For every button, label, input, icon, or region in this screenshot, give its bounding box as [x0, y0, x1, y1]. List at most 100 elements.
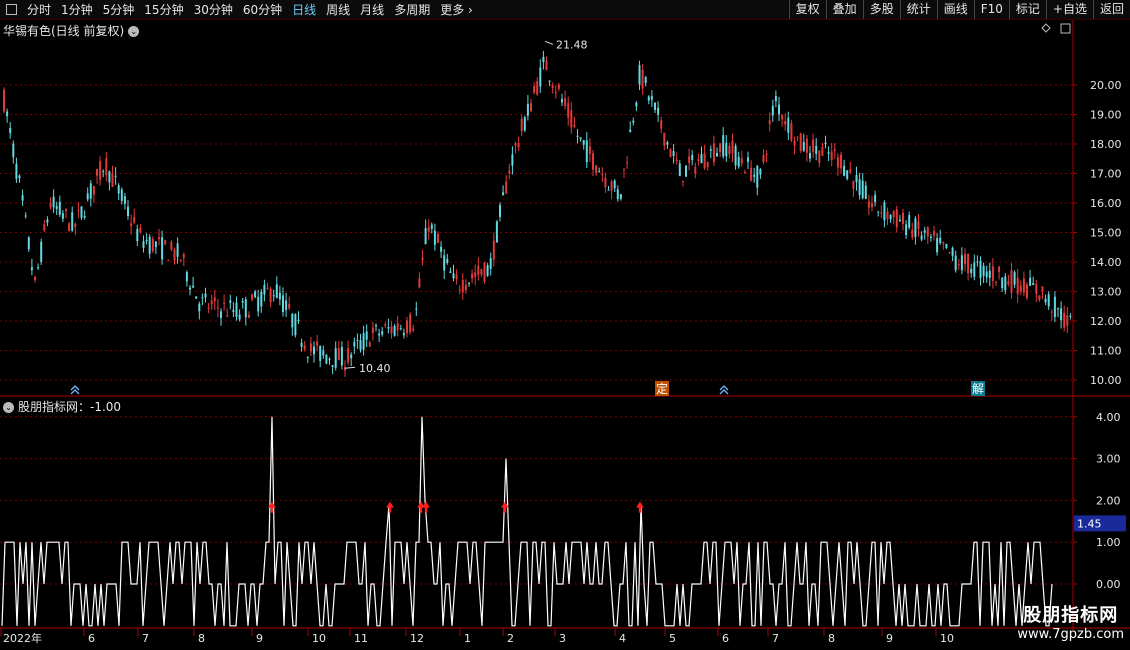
candle-body: [691, 155, 694, 160]
toolbar-button-7[interactable]: +自选: [1045, 0, 1093, 19]
candle-body: [433, 230, 436, 245]
toolbar-button-0[interactable]: 复权: [788, 0, 826, 19]
diamond-icon[interactable]: [1041, 23, 1051, 33]
period-tab-0[interactable]: 分时: [22, 1, 56, 18]
current-value-label: 1.45: [1077, 517, 1102, 530]
candle-body: [654, 102, 656, 110]
x-axis-label: 9: [886, 632, 893, 645]
price-tick-label: 18.00: [1090, 138, 1122, 151]
candle-body: [802, 142, 805, 151]
watermark-line1: 股朋指标网: [1023, 605, 1119, 626]
panel-toggle-icon[interactable]: [1060, 23, 1071, 34]
low-price-label: 10.40: [359, 362, 391, 375]
candle-body: [1013, 272, 1016, 285]
event-marker-label[interactable]: 解: [972, 382, 984, 396]
candle-body: [77, 210, 80, 212]
candle-body: [154, 241, 157, 248]
candle-body: [309, 343, 312, 352]
candle-body: [65, 209, 67, 212]
toolbar-button-2[interactable]: 多股: [862, 0, 900, 19]
candle-body: [195, 296, 198, 299]
candle-body: [579, 137, 582, 140]
period-tab-9[interactable]: 多周期: [389, 1, 435, 18]
period-tab-7[interactable]: 周线: [321, 1, 355, 18]
candle-body: [344, 367, 346, 371]
toolbar-button-4[interactable]: 画线: [936, 0, 974, 19]
candle-body: [995, 281, 997, 283]
candle-body: [251, 294, 253, 300]
window-square-icon[interactable]: [6, 4, 17, 15]
period-tab-2[interactable]: 5分钟: [98, 1, 140, 18]
toolbar-button-8[interactable]: 返回: [1092, 0, 1130, 19]
candle-body: [1019, 285, 1022, 292]
candle-body: [440, 246, 443, 252]
candle-body: [313, 346, 315, 355]
candle-body: [297, 319, 300, 322]
toolbar-button-3[interactable]: 统计: [899, 0, 937, 19]
candle-body: [616, 189, 619, 200]
candle-body: [681, 181, 684, 183]
period-tab-8[interactable]: 月线: [355, 1, 389, 18]
candle-body: [1026, 284, 1028, 298]
price-tick-label: 12.00: [1090, 315, 1122, 328]
candle-body: [601, 174, 604, 176]
candle-body: [948, 252, 951, 254]
candle-body: [573, 124, 576, 127]
candle-body: [406, 320, 408, 334]
candle-body: [142, 241, 145, 248]
candle-body: [722, 135, 725, 157]
candle-body: [117, 185, 120, 194]
candle-body: [926, 226, 929, 237]
signal-arrow-icon: [386, 501, 394, 513]
indicator-tick-label: 1.00: [1096, 536, 1121, 549]
price-tick-label: 16.00: [1090, 197, 1122, 210]
candle-body: [660, 120, 663, 129]
period-tab-4[interactable]: 30分钟: [189, 1, 238, 18]
candle-body: [381, 331, 384, 335]
watermark: 股朋指标网 www.7gpzb.com: [1017, 601, 1124, 642]
candle-body: [30, 267, 33, 271]
candle-body: [232, 309, 235, 313]
toolbar-button-1[interactable]: 叠加: [825, 0, 863, 19]
candle-body: [402, 332, 405, 336]
candle-body: [923, 230, 926, 233]
candle-body: [833, 149, 836, 152]
candle-body: [647, 96, 650, 101]
period-tab-10[interactable]: 更多 ›: [435, 1, 478, 18]
period-tab-1[interactable]: 1分钟: [56, 1, 98, 18]
candle-body: [164, 240, 167, 245]
candle-body: [114, 175, 117, 177]
candle-body: [514, 143, 517, 146]
candle-body: [1057, 308, 1059, 310]
candle-body: [108, 171, 111, 183]
candle-body: [378, 333, 381, 336]
toolbar-button-6[interactable]: 标记: [1008, 0, 1046, 19]
period-tab-6[interactable]: 日线: [287, 1, 321, 18]
candle-body: [774, 95, 777, 102]
candle-body: [1063, 313, 1066, 328]
candle-body: [542, 56, 545, 63]
toolbar-button-5[interactable]: F10: [973, 0, 1009, 19]
candle-body: [319, 345, 322, 361]
candle-body: [784, 121, 787, 125]
candle-body: [409, 314, 412, 333]
event-marker-label[interactable]: 定: [656, 381, 668, 396]
candle-body: [424, 228, 427, 245]
candle-body: [223, 303, 226, 305]
chart-canvas[interactable]: 20.0019.0018.0017.0016.0015.0014.0013.00…: [0, 20, 1130, 650]
candle-body: [936, 238, 939, 253]
candle-body: [588, 146, 591, 154]
period-tab-5[interactable]: 60分钟: [238, 1, 287, 18]
candle-body: [849, 169, 852, 173]
candle-body: [285, 300, 288, 310]
candle-body: [127, 206, 129, 216]
x-axis-label: 12: [410, 632, 424, 645]
period-tab-3[interactable]: 15分钟: [139, 1, 188, 18]
candle-body: [390, 326, 393, 334]
candle-body: [1047, 294, 1050, 307]
candle-body: [365, 331, 368, 340]
candle-body: [877, 211, 880, 213]
candle-body: [102, 171, 105, 173]
candle-body: [632, 120, 635, 123]
candle-body: [703, 153, 706, 169]
